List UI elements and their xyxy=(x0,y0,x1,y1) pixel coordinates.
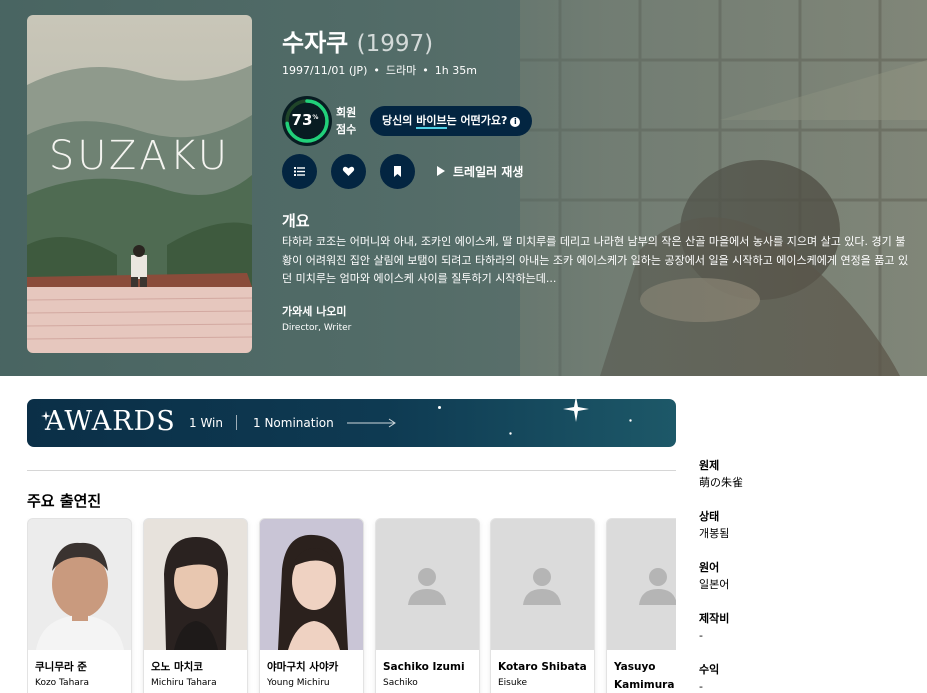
awards-nominations: 1 Nomination xyxy=(253,416,334,430)
sparkle-icon xyxy=(438,406,441,409)
fact-value: - xyxy=(699,629,703,642)
cast-name[interactable]: 쿠니무라 준 xyxy=(35,658,129,676)
play-icon xyxy=(437,166,445,176)
movie-title[interactable]: 수자쿠 xyxy=(282,29,348,57)
cast-photo-placeholder xyxy=(607,519,676,650)
movie-poster[interactable]: SUZAKU xyxy=(27,15,252,353)
info-icon: i xyxy=(510,117,521,127)
play-trailer-button[interactable]: 트레일러 재생 xyxy=(437,163,523,180)
user-score-chart[interactable]: 73% xyxy=(282,96,332,146)
cast-photo-placeholder xyxy=(376,519,479,650)
score-value: 73% xyxy=(291,111,319,129)
action-row: 트레일러 재생 xyxy=(282,154,882,190)
cast-photo xyxy=(144,519,247,650)
cast-card[interactable]: Yasuyo Kamimura xyxy=(606,518,676,693)
fact-label: 상태 xyxy=(699,510,720,523)
fact-status: 상태 개봉됨 xyxy=(699,509,909,543)
watchlist-button[interactable] xyxy=(380,154,415,189)
fact-label: 원어 xyxy=(699,561,720,574)
cast-name[interactable]: Kotaro Shibata xyxy=(498,658,592,676)
release-date: 1997/11/01 (JP) xyxy=(282,64,368,77)
fact-language: 원어 일본어 xyxy=(699,560,909,594)
cast-name[interactable]: Sachiko Izumi xyxy=(383,658,477,676)
sparkle-icon xyxy=(563,399,589,422)
cast-photo xyxy=(260,519,363,650)
sparkle-icon xyxy=(629,419,632,422)
cast-card[interactable]: 오노 마치코 Michiru Tahara xyxy=(143,518,248,693)
heart-icon xyxy=(342,166,355,176)
cast-character: Michiru Tahara xyxy=(151,678,217,688)
awards-banner[interactable]: AWARDS 1 Win 1 Nomination xyxy=(27,399,676,447)
cast-card[interactable]: Kotaro Shibata Eisuke xyxy=(490,518,595,693)
fact-label: 원제 xyxy=(699,459,720,472)
fact-revenue: 수익 - xyxy=(699,662,909,693)
arrow-right-icon xyxy=(347,418,396,428)
movie-facts: 1997/11/01 (JP) • 드라마 • 1h 35m xyxy=(282,63,912,79)
add-to-list-button[interactable] xyxy=(282,154,317,189)
cast-name[interactable]: 야마구치 사야카 xyxy=(267,658,361,676)
cast-scroller[interactable]: 쿠니무라 준 Kozo Tahara 오노 마치코 Michiru Tahara xyxy=(27,518,676,693)
cast-character: Eisuke xyxy=(498,678,528,688)
fact-value: 개봉됨 xyxy=(699,527,730,540)
separator-dot: • xyxy=(373,64,380,77)
crew-role: Director, Writer xyxy=(282,323,352,333)
score-label: 회원 점수 xyxy=(336,106,357,136)
crew-name[interactable]: 가와세 나오미 xyxy=(282,303,347,319)
cast-character: Sachiko xyxy=(383,678,418,688)
list-icon xyxy=(294,167,305,176)
fact-original-title: 원제 萌の朱雀 xyxy=(699,458,909,492)
cast-card[interactable]: 쿠니무라 준 Kozo Tahara xyxy=(27,518,132,693)
actor-photo xyxy=(28,519,131,650)
fact-label: 제작비 xyxy=(699,612,730,625)
poster-image xyxy=(27,15,252,353)
person-placeholder-icon xyxy=(376,519,479,650)
favorite-button[interactable] xyxy=(331,154,366,189)
release-year: (1997) xyxy=(356,31,434,57)
person-placeholder-icon xyxy=(607,519,676,650)
cast-card[interactable]: 야마구치 사야카 Young Michiru xyxy=(259,518,364,693)
fact-budget: 제작비 - xyxy=(699,611,909,645)
score-row: 73% 회원 점수 당신의 바이브는 어떤가요? i xyxy=(282,96,882,148)
vibe-button[interactable]: 당신의 바이브는 어떤가요? i xyxy=(370,106,533,136)
hero-header: SUZAKU 수자쿠 (1997) 1997/11/01 (JP) • 드라마 • 1h… xyxy=(0,0,927,376)
fact-value: - xyxy=(699,680,703,693)
section-divider xyxy=(27,470,676,471)
fact-value: 일본어 xyxy=(699,578,730,591)
awards-logo: AWARDS xyxy=(45,406,176,437)
awards-divider xyxy=(236,415,237,430)
movie-title-row: 수자쿠 (1997) xyxy=(282,26,912,61)
poster-title: SUZAKU xyxy=(48,133,231,179)
awards-wins: 1 Win xyxy=(189,416,223,430)
cast-photo xyxy=(28,519,131,650)
cast-character: Young Michiru xyxy=(267,678,330,688)
movie-info: 수자쿠 (1997) 1997/11/01 (JP) • 드라마 • 1h 35m 73… xyxy=(282,26,912,333)
fact-value: 萌の朱雀 xyxy=(699,476,743,489)
actor-photo xyxy=(260,519,363,650)
cast-character: Kozo Tahara xyxy=(35,678,90,688)
cast-name[interactable]: Yasuyo Kamimura xyxy=(614,658,676,693)
cast-heading: 주요 출연진 xyxy=(27,492,102,510)
cast-photo-placeholder xyxy=(491,519,594,650)
overview-heading: 개요 xyxy=(282,212,310,230)
sparkle-icon xyxy=(509,432,512,435)
genre-link[interactable]: 드라마 xyxy=(386,64,416,77)
cast-name[interactable]: 오노 마치코 xyxy=(151,658,245,676)
fact-label: 수익 xyxy=(699,663,720,676)
person-placeholder-icon xyxy=(491,519,594,650)
bookmark-icon xyxy=(394,166,401,177)
runtime: 1h 35m xyxy=(434,64,477,77)
separator-dot: • xyxy=(422,64,429,77)
actor-photo xyxy=(144,519,247,650)
cast-card[interactable]: Sachiko Izumi Sachiko xyxy=(375,518,480,693)
overview-text: 타하라 코조는 어머니와 아내, 조카인 에이스케, 딸 미치루를 데리고 나라… xyxy=(282,235,909,285)
